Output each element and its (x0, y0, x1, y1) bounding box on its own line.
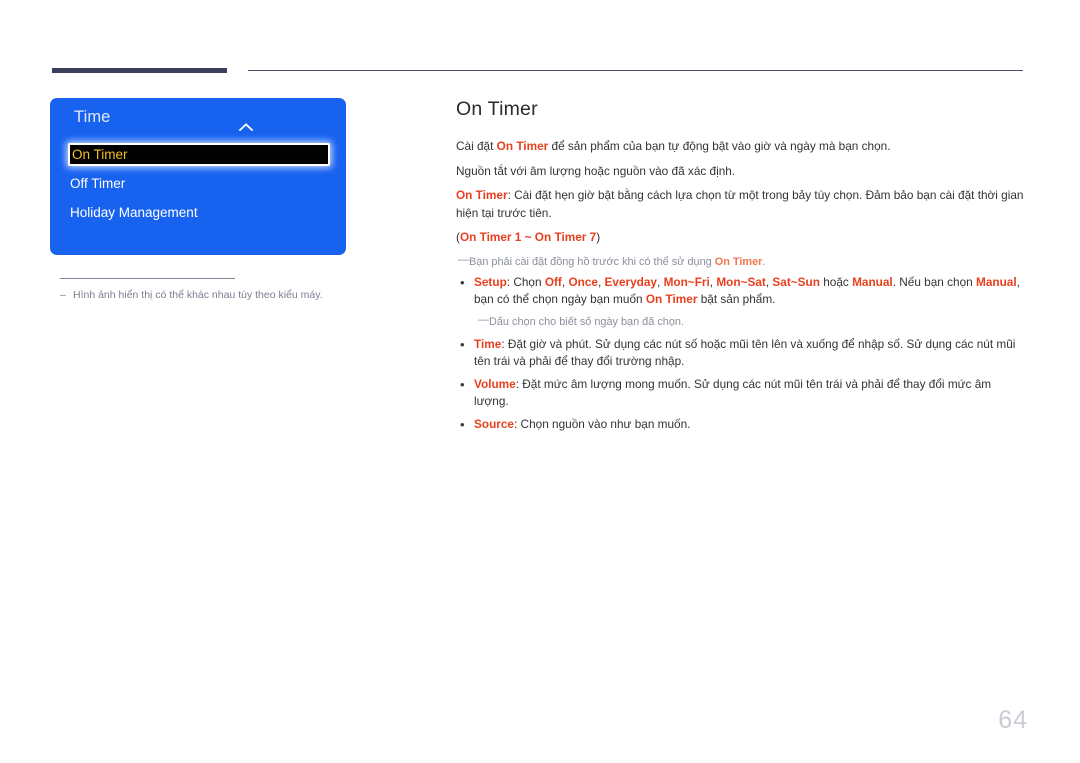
text-run: . Nếu bạn chọn (892, 274, 976, 289)
bullet-dot-icon: • (460, 274, 465, 290)
page-number: 64 (998, 706, 1028, 734)
footnote-divider (60, 278, 235, 279)
bullet-item: • Source: Chọn nguồn vào như bạn muốn. (456, 416, 1028, 434)
keyword: Mon~Fri (663, 274, 710, 289)
note-dash: — (458, 253, 469, 266)
osd-item-label: Off Timer (70, 176, 126, 191)
keyword: Sat~Sun (772, 274, 820, 289)
bullet-row: • Setup: Chọn Off, Once, Everyday, Mon~Fr… (456, 274, 1028, 309)
keyword: Mon~Sat (716, 274, 766, 289)
bullet-row: • Volume: Đặt mức âm lượng mong muốn. Sử … (456, 376, 1028, 411)
text-run: : Chọn nguồn vào như bạn muốn. (514, 416, 691, 431)
text-run: : Đặt giờ và phút. Sử dụng các nút số ho… (474, 336, 1016, 369)
bullet-text: Setup: Chọn Off, Once, Everyday, Mon~Fri… (474, 274, 1028, 309)
bullet-dot-icon: • (460, 376, 465, 392)
text-run: Nguồn tắt với âm lượng hoặc nguồn vào đã… (456, 163, 736, 178)
osd-item-label: On Timer (72, 147, 128, 162)
text-run: Bạn phải cài đặt đồng hồ trước khi có th… (469, 255, 715, 268)
text-run: : Cài đặt hẹn giờ bật bằng cách lựa chọn… (456, 188, 1024, 220)
text-run: : Đặt mức âm lượng mong muốn. Sử dụng cá… (474, 376, 992, 409)
bullet-text: Volume: Đặt mức âm lượng mong muốn. Sử d… (474, 376, 1028, 411)
header-rule-thick (52, 68, 227, 73)
keyword: Time (474, 336, 502, 351)
osd-item-on-timer[interactable]: On Timer (68, 143, 330, 166)
keyword: Once (568, 274, 598, 289)
keyword: Manual (852, 274, 893, 289)
footnote-dash: – (60, 289, 66, 301)
bullet-item: • Setup: Chọn Off, Once, Everyday, Mon~Fr… (456, 274, 1028, 330)
text-run: . (762, 255, 766, 268)
bullet-row: • Source: Chọn nguồn vào như bạn muốn. (456, 416, 1028, 434)
text-run: : Chọn (506, 274, 545, 289)
note-text: Bạn phải cài đặt đồng hồ trước khi có th… (469, 254, 765, 270)
osd-footnote: – Hình ảnh hiển thị có thể khác nhau tùy… (60, 288, 350, 302)
settings-bullet-list: • Setup: Chọn Off, Once, Everyday, Mon~Fr… (456, 274, 1028, 434)
keyword: Manual (976, 274, 1017, 289)
osd-menu-panel: Time On Timer Off Timer Holiday Manageme… (50, 98, 346, 255)
osd-menu-title: Time (74, 108, 111, 126)
content-paragraph: Cài đặt On Timer để sản phẩm của bạn tự … (456, 138, 1028, 156)
bullet-dot-icon: • (460, 416, 465, 432)
bullet-text: Time: Đặt giờ và phút. Sử dụng các nút s… (474, 336, 1028, 371)
header-rule-thin (248, 70, 1023, 71)
note-text: Dấu chọn cho biết số ngày bạn đã chọn. (489, 315, 684, 328)
osd-item-off-timer[interactable]: Off Timer (70, 173, 326, 195)
keyword: Everyday (604, 274, 657, 289)
page-title: On Timer (456, 98, 538, 120)
keyword: On Timer 1 ~ On Timer 7 (459, 230, 597, 244)
keyword: On Timer (645, 292, 698, 306)
text-run: để sản phẩm của bạn tự động bật vào giờ … (548, 139, 891, 153)
text-run: Cài đặt (456, 139, 497, 153)
content-paragraph: On Timer: Cài đặt hẹn giờ bật bằng cách … (456, 187, 1028, 222)
keyword: Off (544, 274, 562, 289)
content-paragraphs: Cài đặt On Timer để sản phẩm của bạn tự … (456, 138, 1028, 247)
keyword: Setup (474, 274, 507, 289)
footnote-text: Hình ảnh hiển thị có thể khác nhau tùy t… (73, 289, 323, 301)
keyword: On Timer (496, 139, 549, 153)
keyword: Source (474, 416, 514, 431)
bullet-dot-icon: • (460, 336, 465, 352)
clock-requirement-note: — Bạn phải cài đặt đồng hồ trước khi có t… (458, 254, 1028, 270)
bullet-item: • Time: Đặt giờ và phút. Sử dụng các nút … (456, 336, 1028, 371)
bullet-row: • Time: Đặt giờ và phút. Sử dụng các nút … (456, 336, 1028, 371)
keyword: On Timer (456, 188, 508, 202)
bullet-sub-note: — Dấu chọn cho biết số ngày bạn đã chọn. (478, 314, 1028, 330)
keyword: Volume (474, 376, 516, 391)
osd-item-label: Holiday Management (70, 205, 198, 220)
bullet-item: • Volume: Đặt mức âm lượng mong muốn. Sử … (456, 376, 1028, 411)
content-column: On Timer Cài đặt On Timer để sản phẩm củ… (456, 98, 1028, 438)
content-paragraph: Nguồn tắt với âm lượng hoặc nguồn vào đã… (456, 163, 1028, 181)
text-run: hoặc (819, 274, 853, 289)
content-paragraph: (On Timer 1 ~ On Timer 7) (456, 229, 1028, 247)
note-dash: — (478, 313, 489, 326)
text-run: bật sản phẩm. (697, 292, 776, 306)
chevron-up-icon (238, 122, 254, 132)
osd-item-holiday-management[interactable]: Holiday Management (70, 202, 326, 224)
bullet-text: Source: Chọn nguồn vào như bạn muốn. (474, 416, 1028, 434)
text-run: ) (596, 230, 601, 244)
keyword: On Timer (714, 255, 763, 268)
left-column: Time On Timer Off Timer Holiday Manageme… (50, 98, 350, 302)
